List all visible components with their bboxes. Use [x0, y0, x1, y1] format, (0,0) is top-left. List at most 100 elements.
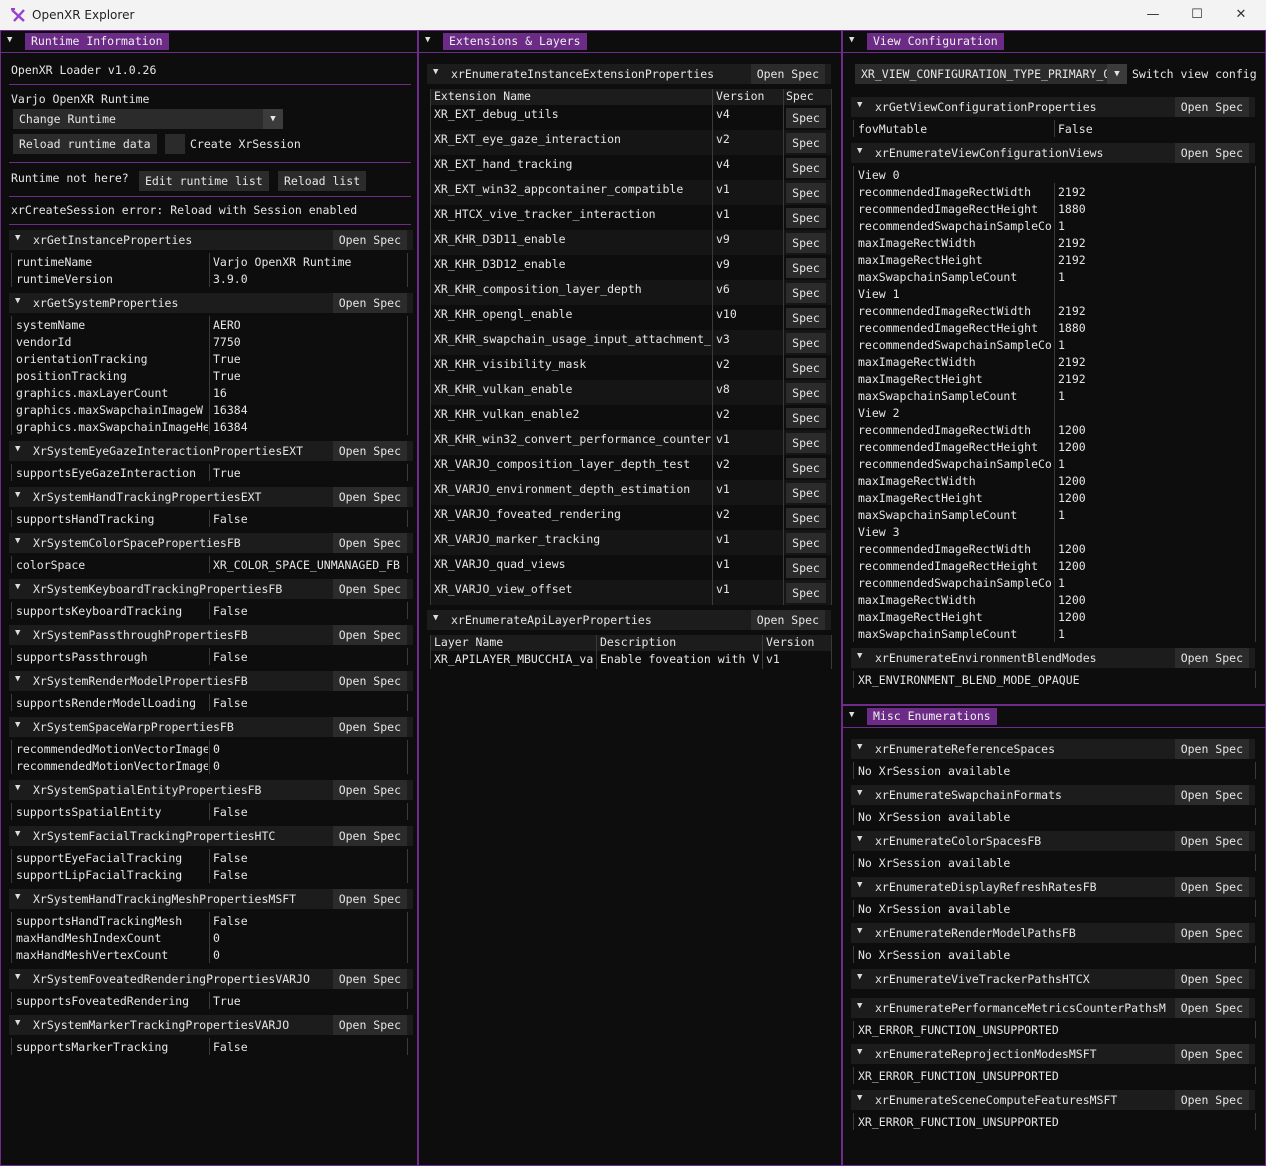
change-runtime-combo[interactable]: Change Runtime ▼ — [13, 109, 283, 129]
misc-section-header[interactable]: ▼ xrEnumeratePerformanceMetricsCounterPat… — [851, 998, 1255, 1018]
collapse-arrow-icon[interactable]: ▼ — [857, 926, 862, 936]
open-spec-button[interactable]: Open Spec — [332, 487, 407, 507]
view-config-combo[interactable]: XR_VIEW_CONFIGURATION_TYPE_PRIMARY_Q ▼ — [855, 64, 1127, 84]
reload-list-button[interactable]: Reload list — [278, 171, 367, 191]
reload-runtime-data-button[interactable]: Reload runtime data — [13, 134, 157, 154]
api-layers-header[interactable]: ▼ xrEnumerateApiLayerProperties Open Spe… — [427, 610, 831, 630]
collapse-arrow-icon[interactable]: ▼ — [15, 233, 20, 243]
open-spec-button[interactable]: Open Spec — [1174, 831, 1249, 851]
runtime-section-header[interactable]: ▼ XrSystemColorSpacePropertiesFB Open Spec — [9, 533, 413, 553]
runtime-section-header[interactable]: ▼ XrSystemSpatialEntityPropertiesFB Open S… — [9, 780, 413, 800]
runtime-section-header[interactable]: ▼ XrSystemFacialTrackingPropertiesHTC Open… — [9, 826, 413, 846]
close-button[interactable]: ✕ — [1219, 4, 1263, 26]
misc-section-header[interactable]: ▼ xrEnumerateViveTrackerPathsHTCX Open Spe… — [851, 969, 1255, 989]
runtime-section-header[interactable]: ▼ XrSystemEyeGazeInteractionPropertiesEXT… — [9, 441, 413, 461]
open-spec-button[interactable]: Open Spec — [1174, 648, 1249, 668]
open-spec-button[interactable]: Open Spec — [332, 579, 407, 599]
collapse-arrow-icon[interactable]: ▼ — [15, 296, 20, 306]
view-panel-titlebar[interactable]: ▼ View Configuration — [843, 31, 1265, 53]
spec-button[interactable]: Spec — [786, 158, 826, 178]
spec-button[interactable]: Spec — [786, 308, 826, 328]
open-spec-button[interactable]: Open Spec — [750, 610, 825, 630]
open-spec-button[interactable]: Open Spec — [1174, 1044, 1249, 1064]
open-spec-button[interactable]: Open Spec — [332, 717, 407, 737]
runtime-section-header[interactable]: ▼ XrSystemKeyboardTrackingPropertiesFB Ope… — [9, 579, 413, 599]
spec-button[interactable]: Spec — [786, 183, 826, 203]
runtime-section-header[interactable]: ▼ XrSystemHandTrackingMeshPropertiesMSFT O… — [9, 889, 413, 909]
spec-button[interactable]: Spec — [786, 433, 826, 453]
misc-section-header[interactable]: ▼ xrEnumerateSceneComputeFeaturesMSFT Open… — [851, 1090, 1255, 1110]
runtime-section-header[interactable]: ▼ xrGetSystemProperties Open Spec — [9, 293, 413, 313]
collapse-arrow-icon[interactable]: ▼ — [857, 100, 862, 110]
spec-button[interactable]: Spec — [786, 558, 826, 578]
maximize-button[interactable]: ☐ — [1175, 4, 1219, 26]
collapse-arrow-icon[interactable]: ▼ — [857, 1001, 862, 1011]
runtime-section-header[interactable]: ▼ XrSystemMarkerTrackingPropertiesVARJO Op… — [9, 1015, 413, 1035]
spec-button[interactable]: Spec — [786, 258, 826, 278]
spec-button[interactable]: Spec — [786, 533, 826, 553]
blend-modes-header[interactable]: ▼ xrEnumerateEnvironmentBlendModes Open Sp… — [851, 648, 1255, 668]
collapse-arrow-icon[interactable]: ▼ — [15, 490, 20, 500]
collapse-arrow-icon[interactable]: ▼ — [15, 720, 20, 730]
collapse-triangle-icon[interactable]: ▼ — [7, 35, 12, 45]
open-spec-button[interactable]: Open Spec — [332, 969, 407, 989]
view-config-views-header[interactable]: ▼ xrEnumerateViewConfigurationViews Open S… — [851, 143, 1255, 163]
open-spec-button[interactable]: Open Spec — [1174, 97, 1249, 117]
collapse-arrow-icon[interactable]: ▼ — [857, 788, 862, 798]
open-spec-button[interactable]: Open Spec — [332, 625, 407, 645]
spec-button[interactable]: Spec — [786, 108, 826, 128]
collapse-arrow-icon[interactable]: ▼ — [15, 674, 20, 684]
spec-button[interactable]: Spec — [786, 233, 826, 253]
open-spec-button[interactable]: Open Spec — [332, 889, 407, 909]
spec-button[interactable]: Spec — [786, 583, 826, 603]
spec-button[interactable]: Spec — [786, 508, 826, 528]
create-session-checkbox[interactable] — [165, 134, 185, 154]
open-spec-button[interactable]: Open Spec — [332, 293, 407, 313]
runtime-section-header[interactable]: ▼ XrSystemHandTrackingPropertiesEXT Open S… — [9, 487, 413, 507]
chevron-down-icon[interactable]: ▼ — [1107, 64, 1127, 84]
chevron-down-icon[interactable]: ▼ — [263, 109, 283, 129]
collapse-arrow-icon[interactable]: ▼ — [857, 880, 862, 890]
spec-button[interactable]: Spec — [786, 133, 826, 153]
runtime-section-header[interactable]: ▼ XrSystemRenderModelPropertiesFB Open Spe… — [9, 671, 413, 691]
collapse-arrow-icon[interactable]: ▼ — [15, 829, 20, 839]
open-spec-button[interactable]: Open Spec — [332, 441, 407, 461]
spec-button[interactable]: Spec — [786, 458, 826, 478]
minimize-button[interactable]: — — [1131, 4, 1175, 26]
open-spec-button[interactable]: Open Spec — [1174, 877, 1249, 897]
collapse-arrow-icon[interactable]: ▼ — [15, 1018, 20, 1028]
misc-panel-titlebar[interactable]: ▼ Misc Enumerations — [843, 706, 1265, 728]
spec-button[interactable]: Spec — [786, 483, 826, 503]
spec-button[interactable]: Spec — [786, 208, 826, 228]
misc-section-header[interactable]: ▼ xrEnumerateColorSpacesFB Open Spec — [851, 831, 1255, 851]
misc-section-header[interactable]: ▼ xrEnumerateReferenceSpaces Open Spec — [851, 739, 1255, 759]
spec-button[interactable]: Spec — [786, 333, 826, 353]
collapse-triangle-icon[interactable]: ▼ — [425, 35, 430, 45]
ext-panel-titlebar[interactable]: ▼ Extensions & Layers — [419, 31, 841, 53]
runtime-section-header[interactable]: ▼ xrGetInstanceProperties Open Spec — [9, 230, 413, 250]
collapse-arrow-icon[interactable]: ▼ — [15, 536, 20, 546]
misc-section-header[interactable]: ▼ xrEnumerateReprojectionModesMSFT Open Sp… — [851, 1044, 1255, 1064]
open-spec-button[interactable]: Open Spec — [332, 230, 407, 250]
open-spec-button[interactable]: Open Spec — [332, 671, 407, 691]
collapse-arrow-icon[interactable]: ▼ — [15, 444, 20, 454]
collapse-arrow-icon[interactable]: ▼ — [857, 651, 862, 661]
spec-button[interactable]: Spec — [786, 408, 826, 428]
collapse-arrow-icon[interactable]: ▼ — [15, 892, 20, 902]
open-spec-button[interactable]: Open Spec — [1174, 739, 1249, 759]
open-spec-button[interactable]: Open Spec — [332, 826, 407, 846]
collapse-arrow-icon[interactable]: ▼ — [15, 582, 20, 592]
collapse-arrow-icon[interactable]: ▼ — [857, 1093, 862, 1103]
open-spec-button[interactable]: Open Spec — [332, 780, 407, 800]
misc-section-header[interactable]: ▼ xrEnumerateSwapchainFormats Open Spec — [851, 785, 1255, 805]
collapse-arrow-icon[interactable]: ▼ — [857, 972, 862, 982]
collapse-triangle-icon[interactable]: ▼ — [849, 710, 854, 720]
misc-section-header[interactable]: ▼ xrEnumerateDisplayRefreshRatesFB Open Sp… — [851, 877, 1255, 897]
open-spec-button[interactable]: Open Spec — [332, 1015, 407, 1035]
runtime-section-header[interactable]: ▼ XrSystemSpaceWarpPropertiesFB Open Spec — [9, 717, 413, 737]
open-spec-button[interactable]: Open Spec — [1174, 969, 1249, 989]
collapse-arrow-icon[interactable]: ▼ — [15, 783, 20, 793]
collapse-arrow-icon[interactable]: ▼ — [857, 146, 862, 156]
instance-extensions-header[interactable]: ▼ xrEnumerateInstanceExtensionProperties… — [427, 64, 831, 84]
collapse-arrow-icon[interactable]: ▼ — [857, 1047, 862, 1057]
